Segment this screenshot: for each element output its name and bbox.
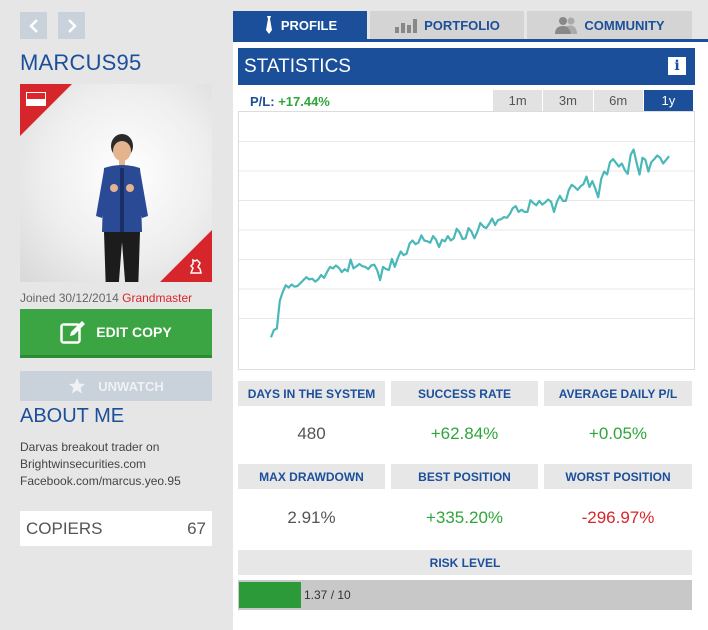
range-3m[interactable]: 3m [543,90,594,111]
statistics-title: STATISTICS [244,55,351,77]
copiers-label: COPIERS [26,518,103,538]
risk-level-value: 1.37 / 10 [304,588,351,602]
pl-series-line [269,148,670,338]
tab-portfolio[interactable]: PORTFOLIO [370,11,524,39]
chevron-left-icon [28,18,38,33]
people-icon [555,17,578,34]
copiers-count: 67 [187,518,206,538]
metric-label: WORST POSITION [544,464,692,489]
about-line: Facebook.com/marcus.yeo.95 [20,474,181,488]
tab-community[interactable]: COMMUNITY [527,11,692,39]
tab-profile[interactable]: PROFILE [233,11,367,39]
next-button[interactable] [58,12,85,39]
previous-button[interactable] [20,12,47,39]
unwatch-label: UNWATCH [98,378,164,394]
about-line: Darvas breakout trader on [20,440,160,454]
unwatch-button[interactable]: UNWATCH [20,371,212,401]
star-icon [69,378,86,394]
statistics-header: STATISTICS i [238,48,695,85]
range-1y[interactable]: 1y [643,90,693,111]
about-me-title: ABOUT ME [20,405,125,427]
metric-label: DAYS IN THE SYSTEM [238,381,385,406]
grade-label: Grandmaster [122,291,193,305]
range-selector: 1m 3m 6m 1y [493,90,693,111]
person-photo [96,134,148,282]
range-6m[interactable]: 6m [593,90,644,111]
metric-label: BEST POSITION [391,464,538,489]
max-drawdown-value: 2.91% [287,508,336,527]
pl-value: +17.44% [278,94,330,109]
risk-level-label: RISK LEVEL [238,550,692,575]
tab-profile-label: PROFILE [280,17,338,33]
bar-chart-icon [395,19,418,33]
edit-copy-button[interactable]: EDIT COPY [20,309,212,358]
risk-level-bar: 1.37 / 10 [238,580,692,610]
range-1m[interactable]: 1m [493,90,544,111]
edit-copy-label: EDIT COPY [96,324,172,340]
chevron-right-icon [67,18,77,33]
metric-label: SUCCESS RATE [391,381,538,406]
pl-label: P/L: [250,94,275,109]
about-me-text: Darvas breakout trader on Brightwinsecur… [20,439,181,490]
metric-label: AVERAGE DAILY P/L [544,381,692,406]
username: MARCUS95 [20,50,142,75]
info-icon[interactable]: i [668,57,686,75]
tab-community-label: COMMUNITY [584,17,665,33]
best-position-value: +335.20% [425,508,504,527]
info-glyph: i [674,58,680,74]
about-line: Brightwinsecurities.com [20,457,147,471]
joined-label: Joined 30/12/2014 [20,291,119,305]
success-rate-value: +62.84% [430,424,499,443]
risk-level-fill [239,582,301,608]
singapore-flag-icon [26,92,46,106]
tab-portfolio-label: PORTFOLIO [424,17,500,33]
edit-icon [60,321,86,344]
metric-label: MAX DRAWDOWN [238,464,385,489]
joined-date: Joined 30/12/2014 Grandmaster [20,291,192,305]
grandmaster-icon [189,258,202,274]
pl-summary: P/L: +17.44% [250,94,330,109]
days-in-system-value: 480 [297,424,326,443]
average-daily-pl-value: +0.05% [588,424,648,443]
copiers-box: COPIERS 67 [20,511,212,546]
tie-icon [265,16,272,34]
pl-chart-svg [239,141,694,338]
avatar [20,84,212,282]
pl-chart [238,111,695,370]
worst-position-value: -296.97% [581,508,655,527]
